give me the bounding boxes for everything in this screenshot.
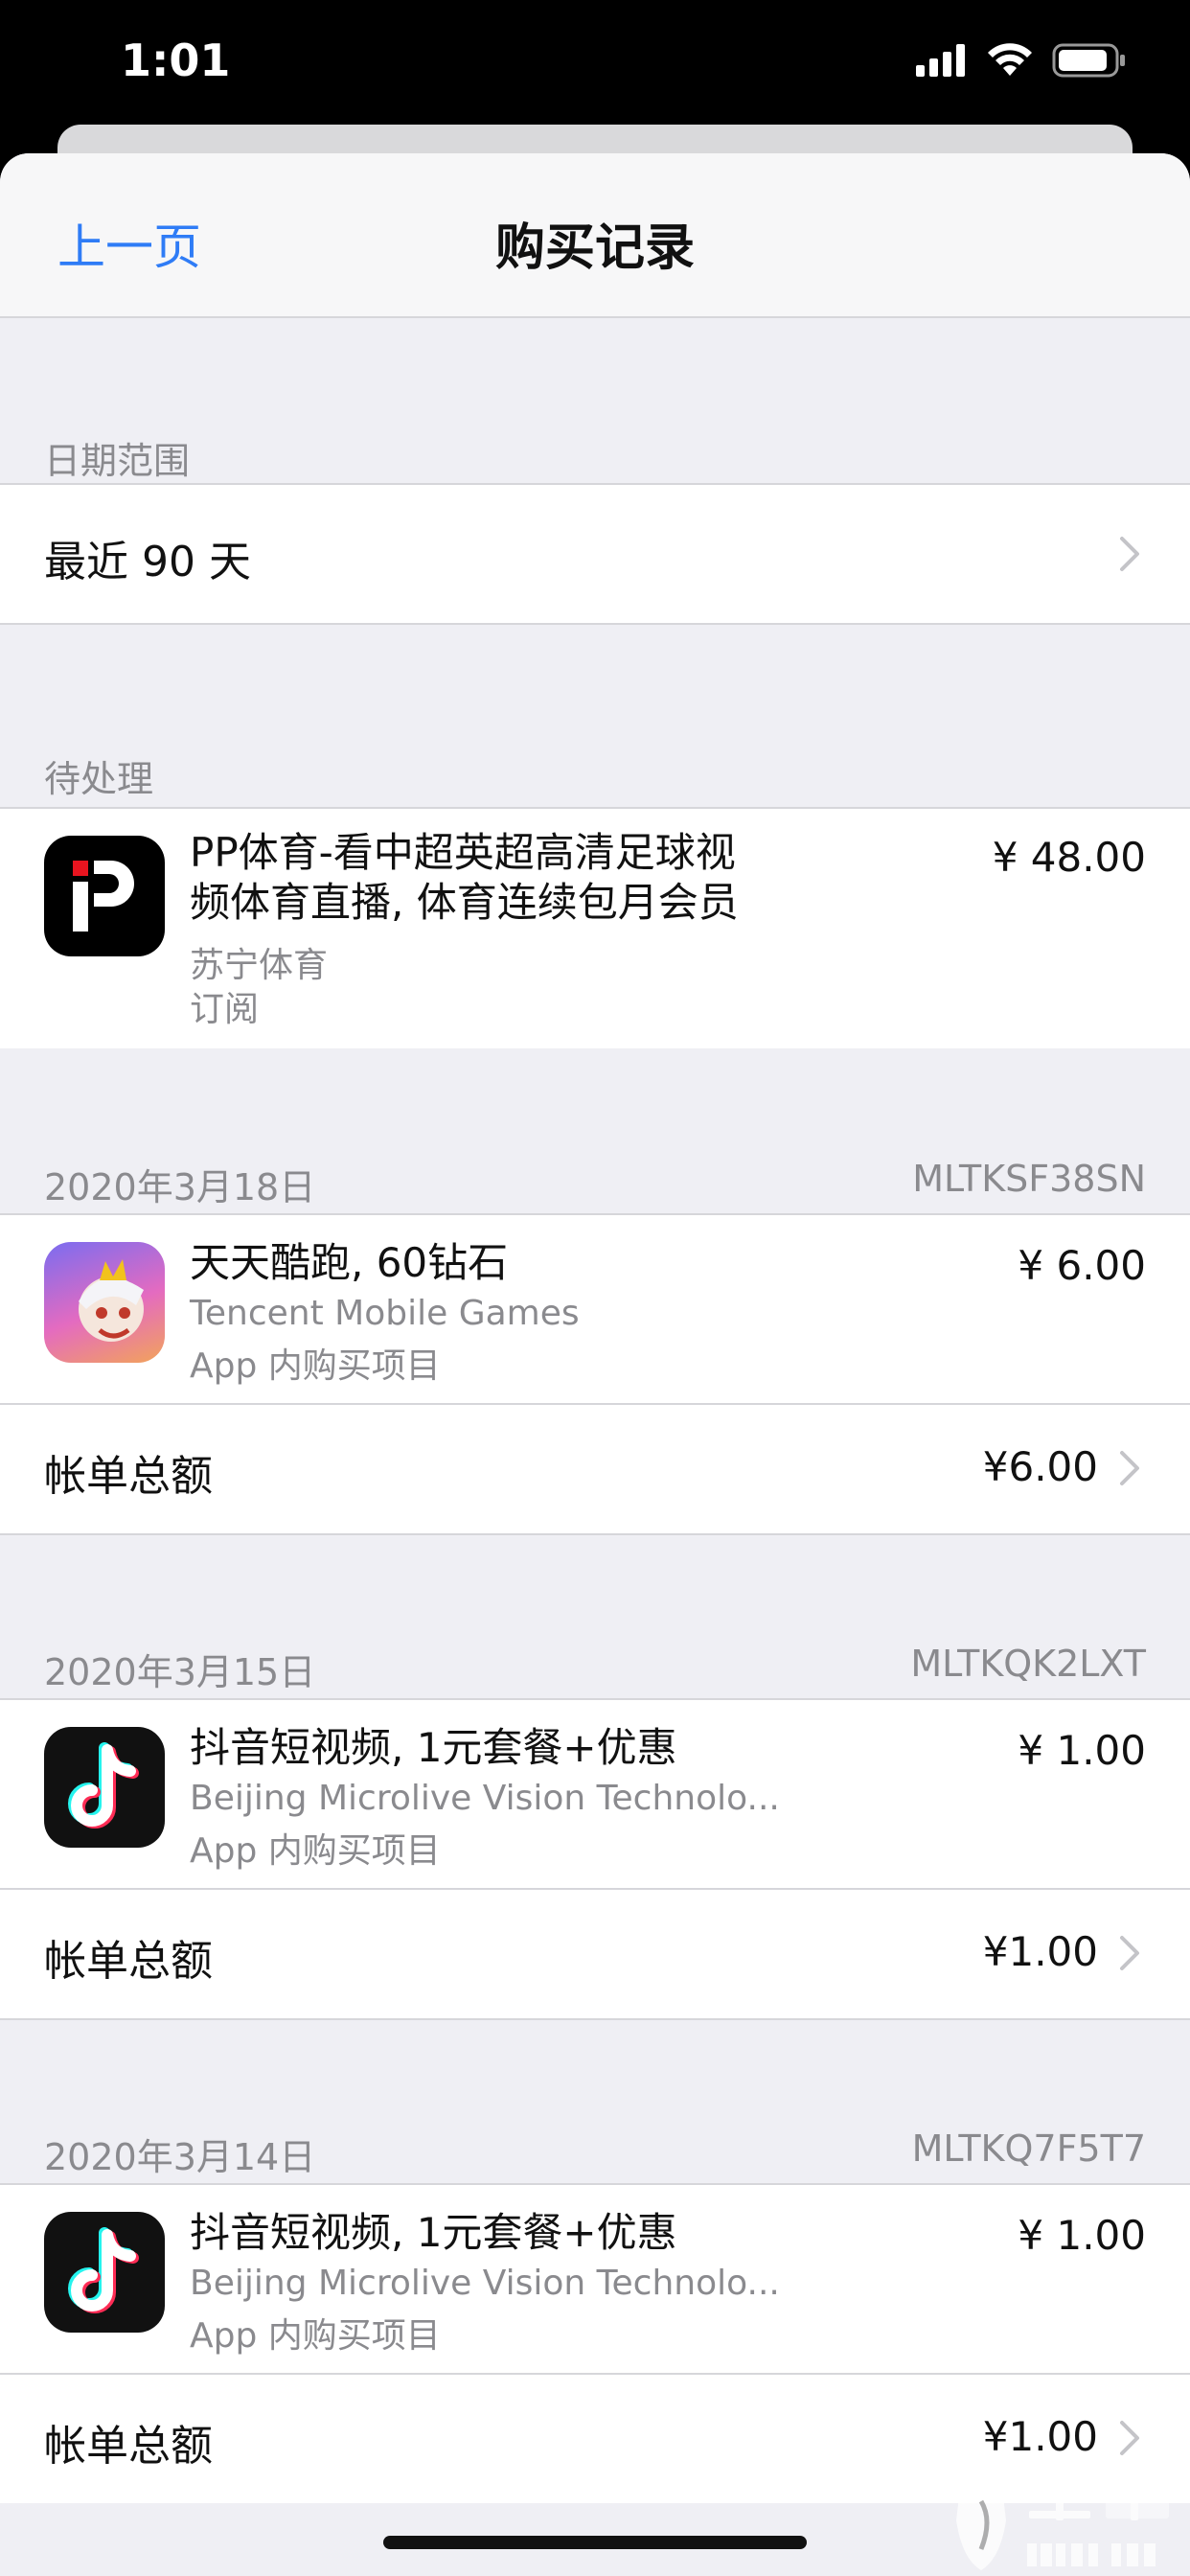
bill-total-label: 帐单总额 <box>44 1937 213 1986</box>
bill-total-value: ¥1.00 <box>982 1928 1098 1975</box>
order-id: MLTKSF38SN <box>912 1158 1146 1200</box>
wifi-icon <box>988 43 1032 76</box>
chevron-right-icon <box>1120 1451 1139 1485</box>
item-developer: Beijing Microlive Vision Technolo... <box>190 2264 780 2303</box>
item-kind: App 内购买项目 <box>190 2316 441 2356</box>
item-title: 抖音短视频, 1元套餐+优惠 <box>190 2209 677 2256</box>
pending-item[interactable]: PP体育-看中超英超高清足球视 频体育直播, 体育连续包月会员 苏宁体育 订阅 … <box>0 807 1190 1048</box>
home-indicator[interactable] <box>383 2536 807 2549</box>
item-developer: 苏宁体育 <box>190 946 329 985</box>
douyin-app-icon <box>44 2212 165 2333</box>
item-kind: App 内购买项目 <box>190 1346 441 1386</box>
order-id: MLTKQ7F5T7 <box>911 2128 1146 2170</box>
item-price: ¥ 1.00 <box>1018 1727 1146 1774</box>
bill-total-row[interactable]: 帐单总额 ¥6.00 <box>0 1405 1190 1533</box>
order-card: 抖音短视频, 1元套餐+优惠 Beijing Microlive Vision … <box>0 1698 1190 2020</box>
item-kind: 订阅 <box>190 990 260 1029</box>
date-range-row[interactable]: 最近 90 天 <box>0 483 1190 625</box>
status-bar: 1:01 <box>0 0 1190 134</box>
bill-total-label: 帐单总额 <box>44 1452 213 1501</box>
item-price: ¥ 48.00 <box>992 834 1146 881</box>
order-date: 2020年3月14日 <box>44 2136 316 2178</box>
item-title: 抖音短视频, 1元套餐+优惠 <box>190 1724 677 1771</box>
bill-total-value: ¥6.00 <box>982 1443 1098 1490</box>
bill-total-label: 帐单总额 <box>44 2422 213 2471</box>
order-card: 天天酷跑, 60钻石 Tencent Mobile Games App 内购买项… <box>0 1213 1190 1535</box>
purchase-history-sheet: 上一页 购买记录 日期范围 最近 90 天 待处理 PP体育-看中超英超高清足球… <box>0 153 1190 2576</box>
tiantian-kupao-app-icon <box>44 1242 165 1363</box>
status-icons <box>916 42 1127 79</box>
item-developer: Beijing Microlive Vision Technolo... <box>190 1779 780 1818</box>
item-developer: Tencent Mobile Games <box>190 1294 580 1333</box>
bill-total-row[interactable]: 帐单总额 ¥1.00 <box>0 1890 1190 2018</box>
order-id: MLTKQK2LXT <box>910 1643 1146 1685</box>
chevron-right-icon <box>1120 1936 1139 1970</box>
navigation-bar: 上一页 购买记录 <box>0 153 1190 318</box>
item-title-line2: 频体育直播, 体育连续包月会员 <box>190 879 739 926</box>
item-title-line1: PP体育-看中超英超高清足球视 <box>190 829 736 876</box>
bill-total-value: ¥1.00 <box>982 2413 1098 2460</box>
status-time: 1:01 <box>121 34 231 86</box>
signal-icon <box>916 44 965 77</box>
date-range-value: 最近 90 天 <box>44 538 251 586</box>
pp-sports-app-icon <box>44 836 165 956</box>
order-date: 2020年3月18日 <box>44 1166 316 1208</box>
chevron-right-icon <box>1120 2421 1139 2455</box>
page-title: 购买记录 <box>494 219 695 277</box>
pending-header: 待处理 <box>44 758 154 800</box>
chevron-right-icon <box>1120 537 1139 571</box>
item-title: 天天酷跑, 60钻石 <box>190 1239 509 1286</box>
order-date: 2020年3月15日 <box>44 1651 316 1693</box>
douyin-app-icon <box>44 1727 165 1848</box>
item-price: ¥ 1.00 <box>1018 2212 1146 2259</box>
item-price: ¥ 6.00 <box>1018 1242 1146 1289</box>
black-cat-watermark-logo <box>956 2472 1169 2570</box>
order-card: 抖音短视频, 1元套餐+优惠 Beijing Microlive Vision … <box>0 2183 1190 2503</box>
date-range-header: 日期范围 <box>44 440 191 482</box>
battery-icon <box>1052 43 1125 78</box>
item-kind: App 内购买项目 <box>190 1831 441 1871</box>
